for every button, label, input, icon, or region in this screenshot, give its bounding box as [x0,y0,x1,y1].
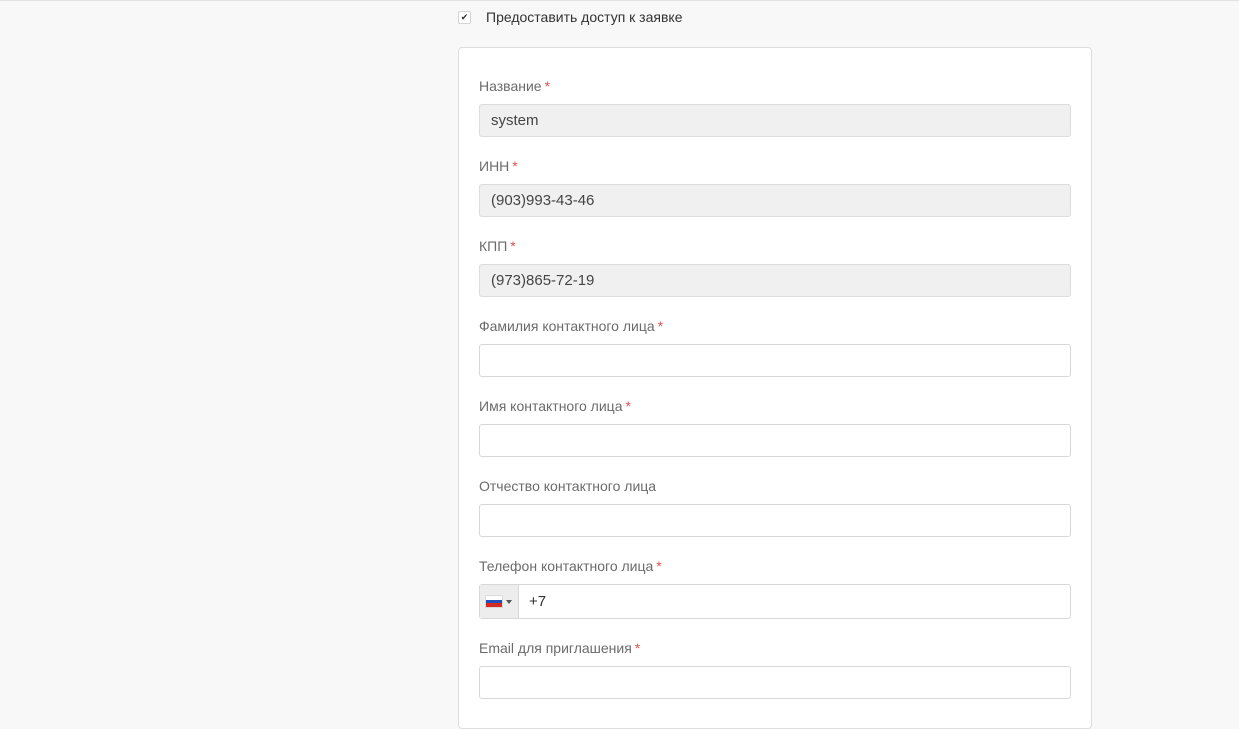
name-input[interactable]: system [479,104,1071,137]
field-phone: Телефон контактного лица * +7 [479,557,1071,619]
field-middle-name: Отчество контактного лица [479,477,1071,537]
field-first-name: Имя контактного лица * [479,397,1071,457]
chevron-down-icon [506,599,512,604]
field-email: Email для приглашения * [479,639,1071,699]
email-input[interactable] [479,666,1071,699]
access-label[interactable]: Предоставить доступ к заявке [486,9,682,25]
field-inn: ИНН * (903)993-43-46 [479,157,1071,217]
required-mark: * [657,318,664,334]
kpp-label: КПП * [479,238,516,254]
kpp-input[interactable]: (973)865-72-19 [479,264,1071,297]
required-mark: * [634,640,641,656]
phone-label: Телефон контактного лица * [479,558,662,574]
required-mark: * [510,238,516,254]
country-select-button[interactable] [480,585,519,618]
inn-input[interactable]: (903)993-43-46 [479,184,1071,217]
required-mark: * [544,78,551,94]
phone-input[interactable]: +7 [519,593,546,610]
email-label: Email для приглашения * [479,640,641,656]
inn-label: ИНН * [479,158,518,174]
middle-name-input[interactable] [479,504,1071,537]
middle-name-label: Отчество контактного лица [479,478,657,494]
name-label: Название * [479,78,551,94]
required-mark: * [625,398,631,414]
required-mark: * [512,158,518,174]
access-checkbox[interactable]: ✔ [458,10,471,24]
phone-input-group: +7 [479,584,1071,619]
ru-flag-icon [486,596,502,608]
top-divider [0,0,1239,1]
field-name: Название * system [479,77,1071,137]
field-kpp: КПП * (973)865-72-19 [479,237,1071,297]
first-name-label: Имя контактного лица * [479,398,631,414]
required-mark: * [656,558,662,574]
first-name-input[interactable] [479,424,1071,457]
organization-form-card: Название * system ИНН * (903)993-43-46 КПП… [458,47,1092,729]
field-last-name: Фамилия контактного лица * [479,317,1071,377]
last-name-input[interactable] [479,344,1071,377]
access-row: ✔ Предоставить доступ к заявке [458,8,682,26]
last-name-label: Фамилия контактного лица * [479,318,664,334]
